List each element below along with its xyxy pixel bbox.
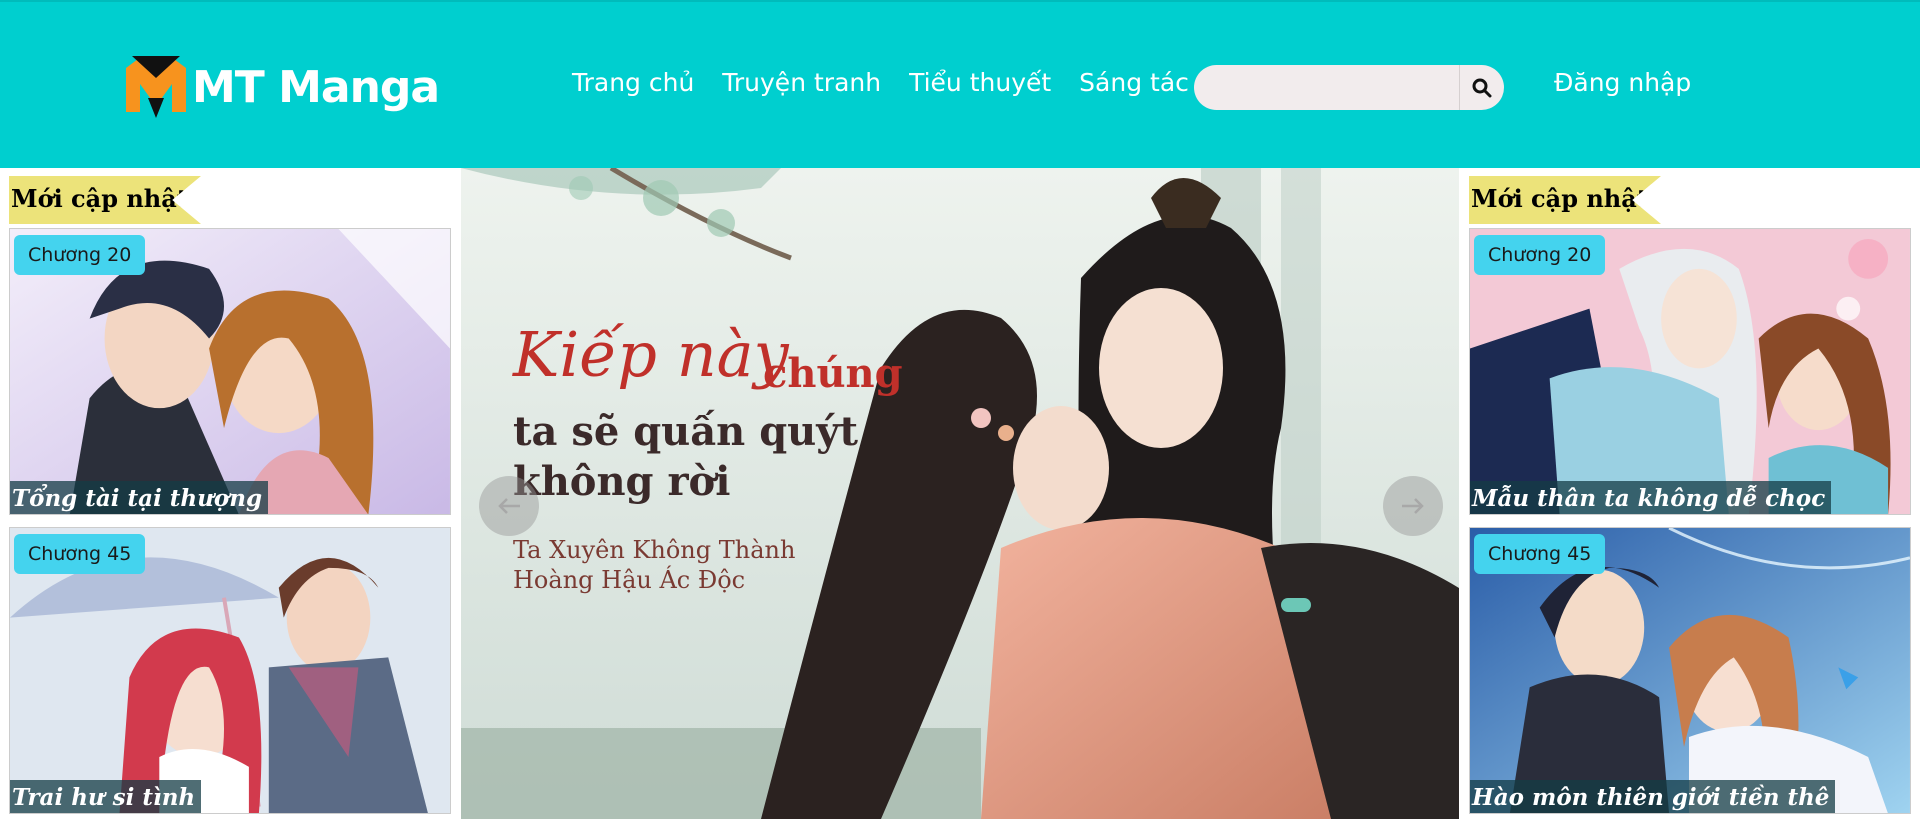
slide-title: chúng bbox=[763, 350, 903, 397]
chapter-badge: Chương 20 bbox=[1474, 235, 1606, 275]
left-updates-column: Mới cập nhật Chương 20 Tổng tài tại thượ… bbox=[9, 176, 451, 814]
search-bar bbox=[1194, 65, 1504, 110]
chapter-badge: Chương 45 bbox=[1474, 534, 1606, 574]
main-nav: Trang chủ Truyện tranh Tiểu thuyết Sáng … bbox=[572, 68, 1189, 97]
slide-subtitle: Hoàng Hậu Ác Độc bbox=[513, 566, 746, 594]
manga-card[interactable]: Chương 45 Trai hư si tình bbox=[9, 527, 451, 814]
nav-comics[interactable]: Truyện tranh bbox=[722, 68, 881, 97]
section-title: Mới cập nhật bbox=[1471, 184, 1648, 213]
search-button[interactable] bbox=[1459, 65, 1504, 110]
section-tag: Mới cập nhật bbox=[9, 176, 201, 224]
featured-slider[interactable]: Kiếp này chúng ta sẽ quấn quýt không rời… bbox=[461, 168, 1459, 819]
site-header: MT Manga Trang chủ Truyện tranh Tiểu thu… bbox=[0, 0, 1920, 168]
chapter-badge: Chương 20 bbox=[14, 235, 146, 275]
arrow-left-icon bbox=[498, 498, 520, 514]
manga-card[interactable]: Chương 20 Tổng tài tại thượng bbox=[9, 228, 451, 515]
logo-text: MT Manga bbox=[192, 61, 440, 113]
slide-title: Kiếp này bbox=[513, 318, 789, 391]
arrow-right-icon bbox=[1402, 498, 1424, 514]
nav-novels[interactable]: Tiểu thuyết bbox=[909, 68, 1051, 97]
site-logo[interactable]: MT Manga bbox=[124, 54, 440, 120]
slider-next-button[interactable] bbox=[1383, 476, 1443, 536]
manga-card[interactable]: Chương 45 Hào môn thiên giới tiền thê bbox=[1469, 527, 1911, 814]
slide-title: không rời bbox=[513, 458, 731, 505]
slider-prev-button[interactable] bbox=[479, 476, 539, 536]
section-title: Mới cập nhật bbox=[11, 184, 188, 213]
right-updates-column: Mới cập nhật Chương 20 Mẫu thân ta không… bbox=[1469, 176, 1911, 814]
manga-card[interactable]: Chương 20 Mẫu thân ta không dễ chọc bbox=[1469, 228, 1911, 515]
section-tag: Mới cập nhật bbox=[1469, 176, 1661, 224]
manga-title[interactable]: Trai hư si tình bbox=[10, 780, 202, 813]
manga-title[interactable]: Mẫu thân ta không dễ chọc bbox=[1470, 481, 1832, 514]
nav-home[interactable]: Trang chủ bbox=[572, 68, 694, 97]
manga-title[interactable]: Hào môn thiên giới tiền thê bbox=[1470, 780, 1836, 813]
login-link[interactable]: Đăng nhập bbox=[1554, 68, 1691, 97]
slide-subtitle: Ta Xuyên Không Thành bbox=[513, 536, 796, 564]
manga-title[interactable]: Tổng tài tại thượng bbox=[10, 481, 269, 514]
chapter-badge: Chương 45 bbox=[14, 534, 146, 574]
search-icon bbox=[1472, 78, 1492, 97]
slide-title: ta sẽ quấn quýt bbox=[513, 408, 858, 455]
nav-creations[interactable]: Sáng tác bbox=[1079, 68, 1189, 97]
search-input[interactable] bbox=[1194, 65, 1459, 110]
logo-m-icon bbox=[126, 56, 186, 118]
